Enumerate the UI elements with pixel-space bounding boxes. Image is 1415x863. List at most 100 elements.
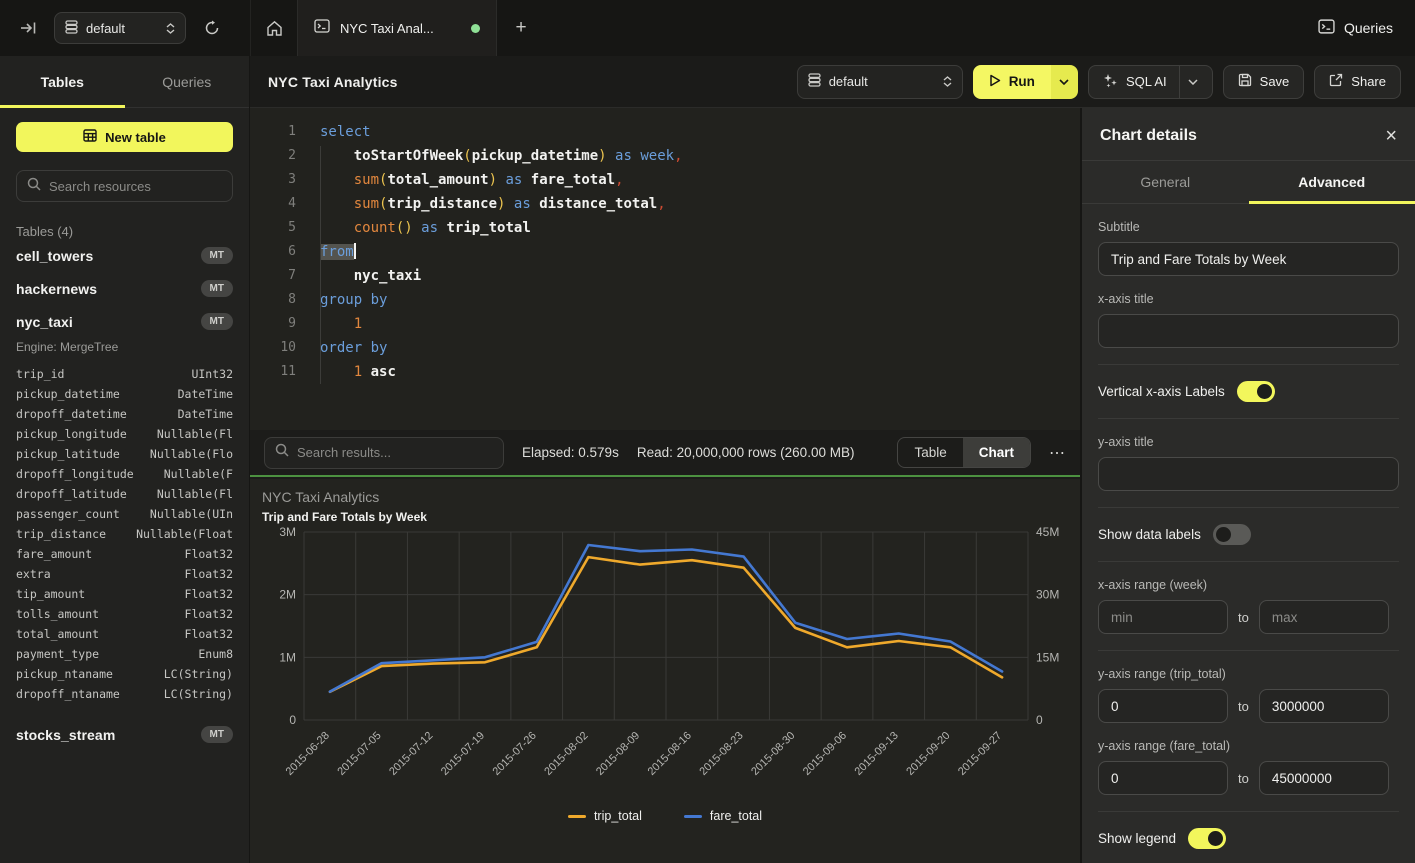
svg-text:30M: 30M [1036,588,1059,602]
svg-text:15M: 15M [1036,650,1059,664]
sql-editor[interactable]: 1select2 toStartOfWeek(pickup_datetime) … [250,108,1080,430]
to-label: to [1238,699,1249,714]
column-type: LC(String) [164,664,233,684]
line-chart[interactable]: 01M2M3M015M30M45M2015-06-282015-07-05201… [262,524,1068,802]
results-toolbar: Elapsed: 0.579s Read: 20,000,000 rows (2… [250,430,1080,477]
line-number: 8 [250,288,296,312]
tab-advanced[interactable]: Advanced [1249,161,1415,203]
x-range-max-field[interactable] [1259,600,1389,634]
svg-text:2M: 2M [279,588,296,602]
column-row: dropoff_latitudeNullable(Fl [16,484,233,504]
results-search [264,437,504,469]
search-resources-input[interactable] [49,179,222,194]
legend-item-trip_total[interactable]: trip_total [568,809,642,823]
new-tab-button[interactable]: + [497,0,545,56]
column-row: trip_distanceNullable(Float [16,524,233,544]
y-trip-max-field[interactable] [1259,689,1389,723]
column-row: pickup_datetimeDateTime [16,384,233,404]
topbar-right: Queries [1318,19,1415,37]
engine-badge: MT [201,247,233,264]
y-fare-max-field[interactable] [1259,761,1389,795]
column-name: trip_distance [16,524,106,544]
queries-button[interactable]: Queries [1318,19,1393,37]
legend-item-fare_total[interactable]: fare_total [684,809,762,823]
tab-nyc-taxi-analytics[interactable]: NYC Taxi Anal... [297,0,497,56]
show-legend-toggle[interactable] [1188,828,1226,849]
column-type: Nullable(Fl [157,424,233,444]
save-button[interactable]: Save [1223,65,1305,99]
more-options-icon[interactable]: ⋯ [1049,443,1066,463]
database-icon [808,73,821,90]
line-number: 7 [250,264,296,288]
sql-ai-label: SQL AI [1126,74,1167,89]
run-label: Run [1009,74,1035,89]
column-row: pickup_longitude Nullable(Fl [16,424,233,444]
column-name: passenger_count [16,504,120,524]
table-list-item[interactable]: stocks_streamMT [16,718,233,751]
query-title: NYC Taxi Analytics [268,74,398,90]
home-tab[interactable] [250,0,297,56]
sql-ai-caret[interactable] [1179,66,1198,98]
details-body: Subtitle x-axis title Vertical x-axis La… [1082,204,1415,863]
column-row: pickup_ntaname LC(String) [16,664,233,684]
chart-title: NYC Taxi Analytics [262,489,1068,505]
legend-label: trip_total [594,809,642,823]
code-area: 1select2 toStartOfWeek(pickup_datetime) … [250,120,1080,384]
database-selector[interactable]: default [797,65,963,99]
code-line: 6from [250,240,1080,264]
new-table-button[interactable]: New table [16,122,233,152]
indent-guide [320,146,321,384]
line-number: 6 [250,240,296,264]
run-button[interactable]: Run [973,65,1051,99]
table-list-item[interactable]: hackernewsMT [16,272,233,305]
share-button[interactable]: Share [1314,65,1401,99]
line-number: 10 [250,336,296,360]
column-type: UInt32 [191,364,233,384]
vertical-x-axis-labels-toggle[interactable] [1237,381,1275,402]
toolbar-actions: default Run [797,65,1401,99]
database-selector[interactable]: default [54,12,186,44]
vertical-x-axis-labels-label: Vertical x-axis Labels [1098,384,1225,399]
sidebar-tab-tables[interactable]: Tables [0,56,125,107]
column-row: payment_typeEnum8 [16,644,233,664]
close-icon[interactable]: × [1385,126,1397,146]
x-range-min-field[interactable] [1098,600,1228,634]
search-results-input[interactable] [297,445,493,460]
table-list-item[interactable]: cell_towers MT [16,239,233,272]
column-type: LC(String) [164,684,233,704]
code-text: select [296,120,371,144]
chart-legend: trip_total fare_total [262,809,1068,823]
x-axis-title-field[interactable] [1098,314,1399,348]
line-number: 1 [250,120,296,144]
y-axis-title-label: y-axis title [1098,435,1399,449]
show-data-labels-toggle[interactable] [1213,524,1251,545]
tab-general[interactable]: General [1082,161,1249,203]
sidebar-body: New table Tables (4) cell_towersMThacker… [0,108,249,765]
sidebar-search [16,170,233,202]
sidebar-tab-queries[interactable]: Queries [125,56,250,107]
table-name: cell_towers [16,248,93,264]
subtitle-field[interactable] [1098,242,1399,276]
column-name: pickup_ntaname [16,664,113,684]
table-name: hackernews [16,281,97,297]
y-trip-min-field[interactable] [1098,689,1228,723]
collapse-sidebar-icon[interactable] [14,14,42,42]
legend-swatch [568,815,586,818]
y-fare-min-field[interactable] [1098,761,1228,795]
x-axis-label: 2015-07-19 [439,730,487,778]
run-options-caret[interactable] [1051,65,1078,99]
column-row: pickup_latitudeNullable(Flo [16,444,233,464]
code-text: nyc_taxi [296,264,421,288]
column-name: pickup_longitude [16,424,127,444]
table-view-tab[interactable]: Table [898,438,962,467]
y-axis-title-field[interactable] [1098,457,1399,491]
svg-text:0: 0 [289,713,296,727]
refresh-icon[interactable] [198,14,226,42]
x-axis-title-label: x-axis title [1098,292,1399,306]
database-icon [65,20,78,37]
sql-ai-button[interactable]: SQL AI [1088,65,1213,99]
table-list-item[interactable]: nyc_taxiMT [16,305,233,338]
share-label: Share [1351,74,1386,89]
chart-view-tab[interactable]: Chart [963,438,1030,467]
table-name: stocks_stream [16,727,115,743]
